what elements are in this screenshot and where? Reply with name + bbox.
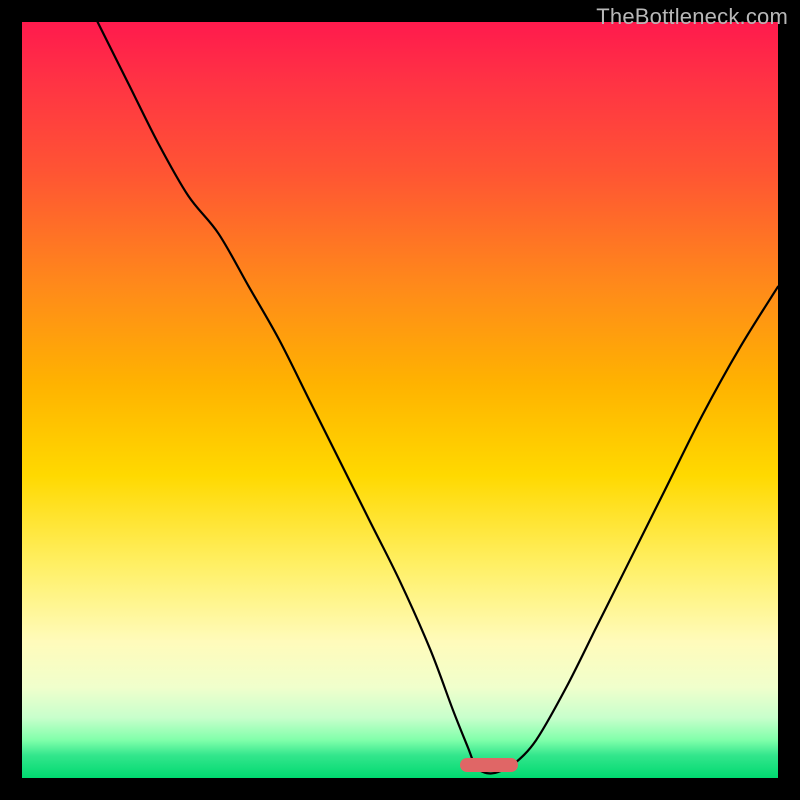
plot-area [22, 22, 778, 778]
optimal-range-marker [460, 758, 518, 772]
watermark-text: TheBottleneck.com [596, 4, 788, 30]
chart-frame: TheBottleneck.com [0, 0, 800, 800]
curve-svg [22, 22, 778, 778]
bottleneck-curve [98, 22, 778, 773]
